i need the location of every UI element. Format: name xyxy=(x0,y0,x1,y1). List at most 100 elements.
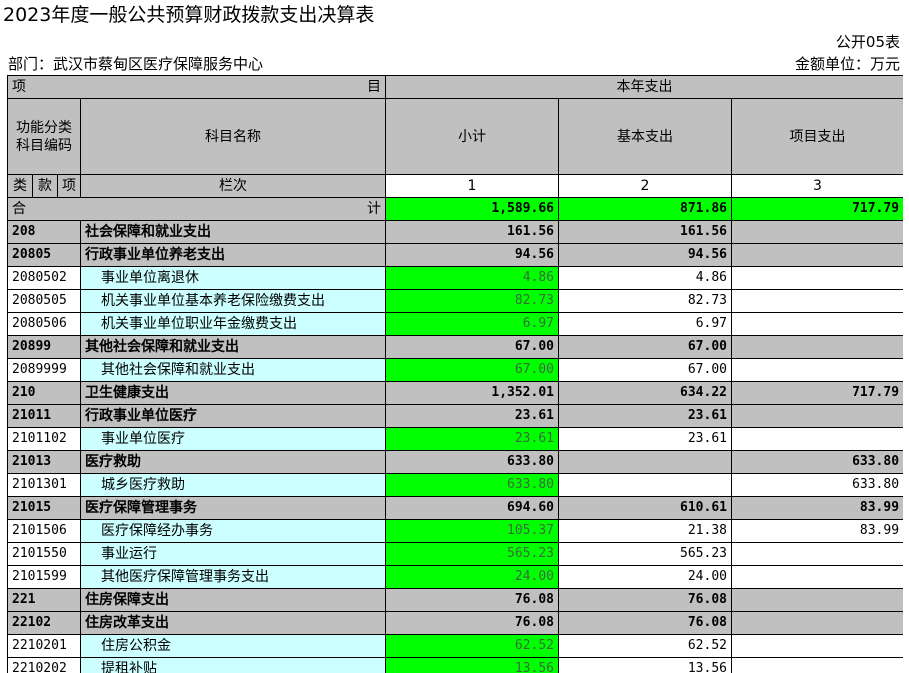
header-func-code[interactable]: 功能分类 科目编码 xyxy=(7,98,81,175)
row-code[interactable]: 2101102 xyxy=(7,427,81,451)
row-basic[interactable]: 76.08 xyxy=(558,588,732,612)
row-subtotal[interactable]: 633.80 xyxy=(385,450,559,474)
row-code[interactable]: 21013 xyxy=(7,450,81,474)
row-project[interactable] xyxy=(730,266,903,290)
row-code[interactable]: 20805 xyxy=(7,243,81,267)
row-project[interactable] xyxy=(730,657,903,673)
header-lanci[interactable]: 栏次 xyxy=(80,174,386,198)
col-index-3[interactable]: 3 xyxy=(730,174,903,198)
row-subtotal[interactable]: 1,352.01 xyxy=(385,381,559,405)
row-subtotal[interactable]: 633.80 xyxy=(385,473,559,497)
row-code[interactable]: 210 xyxy=(7,381,81,405)
row-code[interactable]: 2210201 xyxy=(7,634,81,658)
row-project[interactable] xyxy=(730,289,903,313)
row-code[interactable]: 2080502 xyxy=(7,266,81,290)
row-subtotal[interactable]: 161.56 xyxy=(385,220,559,244)
row-subject-name[interactable]: 医疗救助 xyxy=(80,450,386,474)
row-project[interactable]: 633.80 xyxy=(730,450,903,474)
row-code[interactable]: 221 xyxy=(7,588,81,612)
row-project[interactable] xyxy=(730,358,903,382)
header-lei[interactable]: 类 xyxy=(7,174,33,198)
row-subtotal[interactable]: 565.23 xyxy=(385,542,559,566)
row-subtotal[interactable]: 694.60 xyxy=(385,496,559,520)
row-subtotal[interactable]: 62.52 xyxy=(385,634,559,658)
row-project[interactable] xyxy=(730,243,903,267)
row-subtotal[interactable]: 4.86 xyxy=(385,266,559,290)
header-kuan[interactable]: 款 xyxy=(32,174,58,198)
row-project[interactable] xyxy=(730,588,903,612)
row-project[interactable] xyxy=(730,542,903,566)
row-project[interactable] xyxy=(730,427,903,451)
row-code[interactable]: 2101301 xyxy=(7,473,81,497)
row-subject-name[interactable]: 住房改革支出 xyxy=(80,611,386,635)
header-subject-name[interactable]: 科目名称 xyxy=(80,98,386,175)
row-subject-name[interactable]: 其他社会保障和就业支出 xyxy=(80,335,386,359)
header-xiang2[interactable]: 项 xyxy=(57,174,81,198)
row-code[interactable]: 2101506 xyxy=(7,519,81,543)
row-code[interactable]: 2080506 xyxy=(7,312,81,336)
row-subtotal[interactable]: 24.00 xyxy=(385,565,559,589)
row-basic[interactable]: 21.38 xyxy=(558,519,732,543)
row-project[interactable] xyxy=(730,565,903,589)
row-basic[interactable]: 4.86 xyxy=(558,266,732,290)
row-project[interactable] xyxy=(730,220,903,244)
row-subject-name[interactable]: 住房保障支出 xyxy=(80,588,386,612)
row-subject-name[interactable]: 机关事业单位职业年金缴费支出 xyxy=(80,312,386,336)
row-subject-name[interactable]: 其他社会保障和就业支出 xyxy=(80,358,386,382)
row-code[interactable]: 2080505 xyxy=(7,289,81,313)
row-basic[interactable]: 24.00 xyxy=(558,565,732,589)
row-project[interactable]: 717.79 xyxy=(730,381,903,405)
row-project[interactable]: 83.99 xyxy=(730,496,903,520)
row-subject-name[interactable]: 事业运行 xyxy=(80,542,386,566)
row-subtotal[interactable]: 105.37 xyxy=(385,519,559,543)
row-project[interactable] xyxy=(730,312,903,336)
row-project[interactable]: 83.99 xyxy=(730,519,903,543)
row-subtotal[interactable]: 13.56 xyxy=(385,657,559,673)
total-basic[interactable]: 871.86 xyxy=(558,197,732,221)
row-basic[interactable]: 565.23 xyxy=(558,542,732,566)
row-subtotal[interactable]: 82.73 xyxy=(385,289,559,313)
row-basic[interactable]: 67.00 xyxy=(558,358,732,382)
row-basic[interactable]: 23.61 xyxy=(558,427,732,451)
row-subtotal[interactable]: 6.97 xyxy=(385,312,559,336)
row-subtotal[interactable]: 23.61 xyxy=(385,404,559,428)
row-basic[interactable]: 161.56 xyxy=(558,220,732,244)
row-code[interactable]: 2101599 xyxy=(7,565,81,589)
row-code[interactable]: 22102 xyxy=(7,611,81,635)
header-subtotal[interactable]: 小计 xyxy=(385,98,559,175)
row-basic[interactable] xyxy=(558,473,732,497)
row-basic[interactable] xyxy=(558,450,732,474)
header-basic[interactable]: 基本支出 xyxy=(558,98,732,175)
row-basic[interactable]: 67.00 xyxy=(558,335,732,359)
row-basic[interactable]: 62.52 xyxy=(558,634,732,658)
row-basic[interactable]: 23.61 xyxy=(558,404,732,428)
row-code[interactable]: 21011 xyxy=(7,404,81,428)
row-subject-name[interactable]: 事业单位医疗 xyxy=(80,427,386,451)
row-subject-name[interactable]: 城乡医疗救助 xyxy=(80,473,386,497)
row-code[interactable]: 20899 xyxy=(7,335,81,359)
row-subtotal[interactable]: 76.08 xyxy=(385,611,559,635)
row-project[interactable] xyxy=(730,404,903,428)
row-subject-name[interactable]: 社会保障和就业支出 xyxy=(80,220,386,244)
header-this-year[interactable]: 本年支出 xyxy=(384,75,903,99)
row-basic[interactable]: 634.22 xyxy=(558,381,732,405)
row-subtotal[interactable]: 67.00 xyxy=(385,358,559,382)
total-label[interactable]: 合计 xyxy=(7,197,386,221)
row-code[interactable]: 21015 xyxy=(7,496,81,520)
row-basic[interactable]: 76.08 xyxy=(558,611,732,635)
row-code[interactable]: 2089999 xyxy=(7,358,81,382)
row-basic[interactable]: 6.97 xyxy=(558,312,732,336)
total-subtotal[interactable]: 1,589.66 xyxy=(385,197,559,221)
row-subject-name[interactable]: 医疗保障经办事务 xyxy=(80,519,386,543)
row-subtotal[interactable]: 76.08 xyxy=(385,588,559,612)
row-code[interactable]: 2101550 xyxy=(7,542,81,566)
row-subject-name[interactable]: 事业单位离退休 xyxy=(80,266,386,290)
header-xiangmu[interactable]: 项目 xyxy=(7,75,386,99)
row-subject-name[interactable]: 其他医疗保障管理事务支出 xyxy=(80,565,386,589)
row-subtotal[interactable]: 94.56 xyxy=(385,243,559,267)
header-project[interactable]: 项目支出 xyxy=(730,98,903,175)
row-subject-name[interactable]: 卫生健康支出 xyxy=(80,381,386,405)
row-subject-name[interactable]: 医疗保障管理事务 xyxy=(80,496,386,520)
row-project[interactable] xyxy=(730,634,903,658)
row-subject-name[interactable]: 住房公积金 xyxy=(80,634,386,658)
